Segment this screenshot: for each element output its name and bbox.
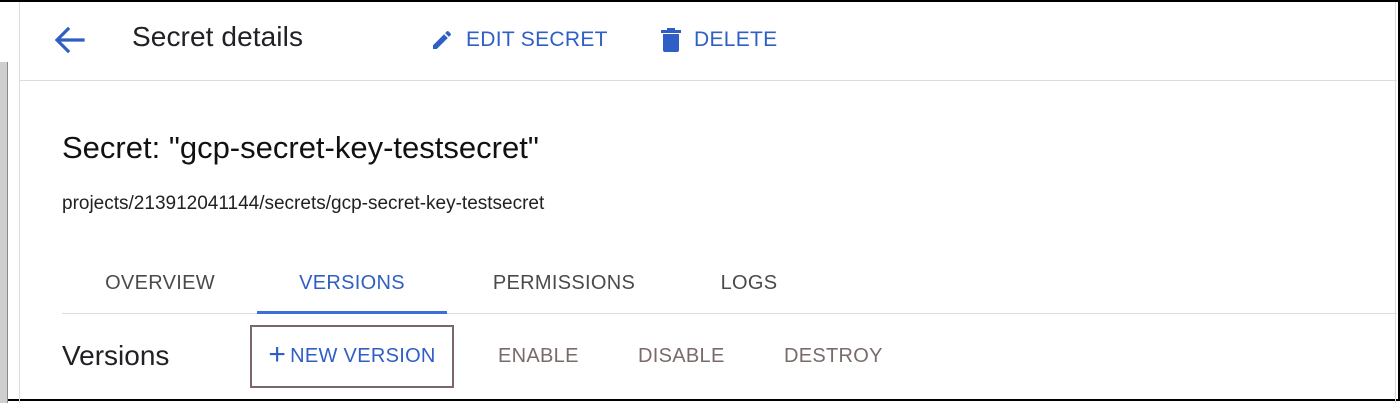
page-title: Secret details bbox=[132, 21, 304, 52]
window-strip-notch bbox=[0, 2, 8, 62]
versions-heading: Versions bbox=[62, 340, 170, 371]
tab-logs[interactable]: LOGS bbox=[699, 252, 799, 314]
disable-button[interactable]: DISABLE bbox=[638, 345, 725, 368]
plus-icon: + bbox=[268, 337, 287, 371]
pencil-icon bbox=[433, 30, 452, 49]
new-version-label: NEW VERSION bbox=[290, 345, 436, 367]
delete-label: DELETE bbox=[694, 28, 778, 51]
back-button[interactable] bbox=[52, 24, 86, 56]
tab-bar: OVERVIEW VERSIONS PERMISSIONS LOGS bbox=[62, 252, 1397, 314]
destroy-button[interactable]: DESTROY bbox=[784, 345, 883, 368]
edit-secret-button[interactable]: EDIT SECRET bbox=[430, 26, 608, 54]
trash-icon bbox=[661, 28, 681, 52]
tab-permissions[interactable]: PERMISSIONS bbox=[469, 252, 659, 314]
app-window: Secret details EDIT SECRET DELETE Secret… bbox=[0, 0, 1400, 403]
active-tab-indicator bbox=[257, 311, 447, 314]
tab-versions[interactable]: VERSIONS bbox=[257, 252, 447, 314]
tab-overview[interactable]: OVERVIEW bbox=[62, 252, 258, 314]
arrow-back-icon bbox=[54, 26, 85, 54]
delete-button[interactable]: DELETE bbox=[660, 26, 778, 54]
secret-resource-path: projects/213912041144/secrets/gcp-secret… bbox=[62, 193, 545, 214]
edit-secret-label: EDIT SECRET bbox=[466, 28, 608, 51]
secret-title: Secret: "gcp-secret-key-testsecret" bbox=[62, 130, 539, 165]
enable-button[interactable]: ENABLE bbox=[498, 345, 579, 368]
page-header: Secret details EDIT SECRET DELETE bbox=[20, 2, 1397, 81]
window-left-strip bbox=[0, 2, 8, 403]
new-version-button[interactable]: + NEW VERSION bbox=[250, 325, 454, 388]
